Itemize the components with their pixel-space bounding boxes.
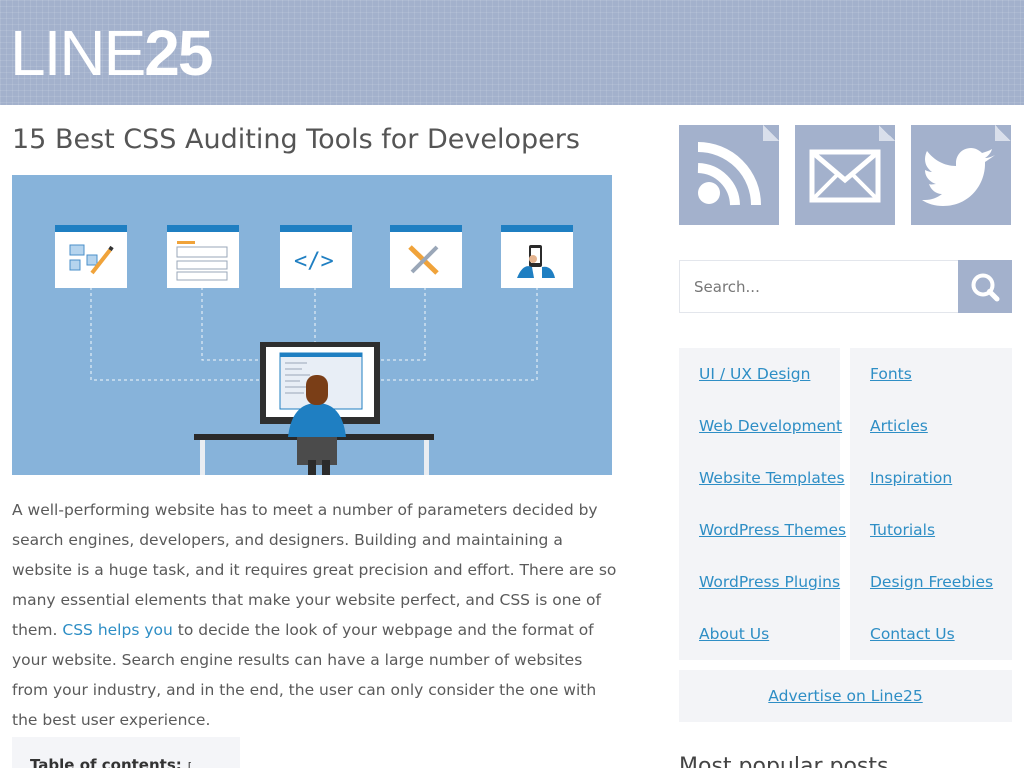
toc-bracket-open: [ — [187, 760, 193, 768]
category-link-wordpress-themes[interactable]: WordPress Themes — [699, 520, 846, 540]
corner-fold — [995, 125, 1011, 141]
corner-fold — [879, 125, 895, 141]
category-list-right: Fonts Articles Inspiration Tutorials Des… — [850, 348, 1012, 660]
category-link-fonts[interactable]: Fonts — [870, 364, 912, 384]
logo-text-bold: 25 — [144, 17, 213, 89]
main-content: 15 Best CSS Auditing Tools for Developer… — [12, 105, 616, 768]
category-link-wordpress-plugins[interactable]: WordPress Plugins — [699, 572, 840, 592]
site-logo[interactable]: LINE25 — [10, 17, 213, 89]
toc-title: Table of contents: — [30, 756, 182, 768]
category-link-ui-ux-design[interactable]: UI / UX Design — [699, 364, 810, 384]
corner-fold — [763, 125, 779, 141]
logo-text-thin: LINE — [10, 17, 146, 89]
featured-image: </> — [12, 175, 612, 475]
category-link-web-development[interactable]: Web Development — [699, 416, 842, 436]
category-link-website-templates[interactable]: Website Templates — [699, 468, 845, 488]
category-link-about-us[interactable]: About Us — [699, 624, 769, 644]
twitter-button[interactable] — [911, 125, 1011, 225]
search-form — [679, 260, 1012, 313]
search-input[interactable] — [680, 261, 959, 312]
search-icon — [971, 273, 1000, 302]
category-link-design-freebies[interactable]: Design Freebies — [870, 572, 993, 592]
site-header: LINE25 — [0, 0, 1024, 105]
advertise-link[interactable]: Advertise on Line25 — [679, 670, 1012, 722]
category-link-contact-us[interactable]: Contact Us — [870, 624, 955, 644]
popular-posts-heading: Most popular posts — [679, 754, 889, 768]
category-list-left: UI / UX Design Web Development Website T… — [679, 348, 846, 660]
search-button[interactable] — [958, 260, 1012, 313]
category-link-tutorials[interactable]: Tutorials — [870, 520, 935, 540]
category-link-articles[interactable]: Articles — [870, 416, 928, 436]
post-title[interactable]: 15 Best CSS Auditing Tools for Developer… — [12, 123, 612, 157]
email-button[interactable] — [795, 125, 895, 225]
intro-text-1: A well-performing website has to meet a … — [12, 501, 617, 639]
post-intro: A well-performing website has to meet a … — [12, 495, 622, 735]
table-of-contents: Table of contents:[ show ] — [12, 737, 240, 768]
category-link-inspiration[interactable]: Inspiration — [870, 468, 952, 488]
svg-text:</>: </> — [294, 249, 334, 274]
rss-button[interactable] — [679, 125, 779, 225]
css-tools-illustration: </> — [55, 225, 573, 475]
css-helps-you-link[interactable]: CSS helps you — [62, 621, 172, 639]
